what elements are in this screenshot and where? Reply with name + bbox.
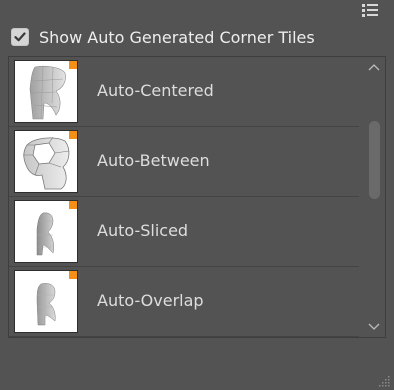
list-item-auto-between[interactable]: Auto-Between	[9, 127, 359, 197]
corner-tiles-list: Auto-Centered Auto-Between Auto-Sliced A…	[8, 56, 386, 338]
auto-between-preview-icon	[23, 136, 70, 190]
panel-footer	[0, 340, 394, 390]
orange-flag-icon	[69, 271, 77, 279]
tile-thumbnail	[14, 60, 78, 123]
tile-thumbnail	[14, 270, 78, 333]
vertical-scrollbar[interactable]	[363, 57, 385, 337]
show-auto-tiles-checkbox[interactable]	[11, 28, 29, 46]
scrollbar-thumb[interactable]	[369, 121, 380, 199]
tile-thumbnail	[14, 200, 78, 263]
tile-label: Auto-Sliced	[97, 221, 189, 240]
checkmark-icon	[14, 32, 26, 42]
auto-centered-preview-icon	[29, 65, 66, 120]
show-auto-tiles-label: Show Auto Generated Corner Tiles	[39, 27, 315, 47]
panel-header	[0, 0, 394, 22]
show-auto-tiles-option[interactable]: Show Auto Generated Corner Tiles	[11, 26, 315, 48]
panel-menu-icon[interactable]	[362, 4, 378, 17]
list-item-auto-overlap[interactable]: Auto-Overlap	[9, 267, 359, 337]
tile-label: Auto-Between	[97, 151, 210, 170]
tile-label: Auto-Centered	[97, 81, 214, 100]
chevron-up-icon[interactable]	[366, 61, 382, 75]
list-item-auto-sliced[interactable]: Auto-Sliced	[9, 197, 359, 267]
orange-flag-icon	[69, 131, 77, 139]
orange-flag-icon	[69, 61, 77, 69]
chevron-down-icon[interactable]	[366, 319, 382, 333]
tile-label: Auto-Overlap	[97, 291, 204, 310]
orange-flag-icon	[69, 201, 77, 209]
auto-sliced-preview-icon	[36, 212, 55, 256]
resize-grip-icon[interactable]	[377, 373, 391, 387]
auto-overlap-preview-icon	[36, 283, 56, 326]
tile-thumbnail	[14, 130, 78, 193]
list-item-auto-centered[interactable]: Auto-Centered	[9, 57, 359, 127]
